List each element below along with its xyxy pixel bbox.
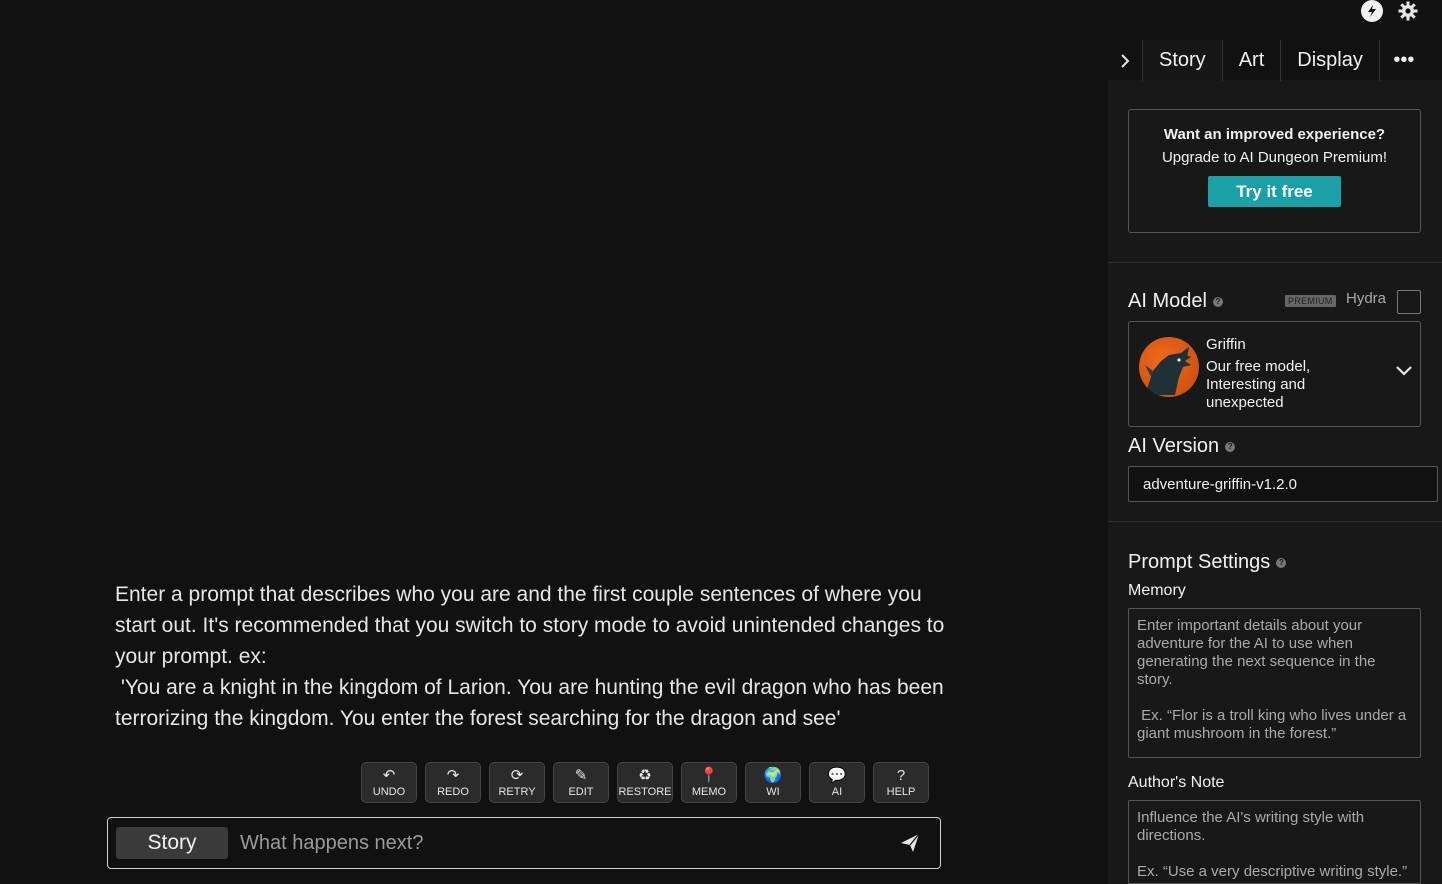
story-prompt-text: Enter a prompt that describes who you ar… [115,583,945,730]
gear-icon[interactable] [1397,0,1419,22]
ai-version-heading: AI Version ? [1128,435,1236,458]
pencil-icon: ✎ [574,766,588,784]
story-input-row: Story [107,817,941,869]
app-root: Enter a prompt that describes who you ar… [0,0,1442,884]
edit-button[interactable]: ✎ EDIT [553,762,609,803]
premium-upsell-card: Want an improved experience? Upgrade to … [1128,109,1421,233]
redo-icon: ↷ [446,766,460,784]
memory-textarea[interactable]: Enter important details about your adven… [1128,608,1421,758]
globe-icon: 🌍 [763,766,783,784]
retry-label: RETRY [498,785,536,798]
help-icon[interactable]: ? [1276,557,1287,568]
upsell-subtitle: Upgrade to AI Dungeon Premium! [1161,149,1388,166]
ai-model-select[interactable]: Griffin Our free model, Interesting and … [1128,321,1421,427]
chat-icon: 💬 [827,766,847,784]
more-options-icon[interactable]: ••• [1378,40,1428,81]
divider [1108,521,1442,522]
help-icon[interactable]: ? [1212,296,1223,307]
bolt-icon[interactable] [1361,0,1383,22]
ai-version-title: AI Version [1128,435,1220,457]
ai-model-title: AI Model [1128,290,1207,312]
memory-label: Memory [1128,582,1186,599]
edit-label: EDIT [568,785,594,798]
restore-button[interactable]: ♻ RESTORE [617,762,673,803]
tab-story[interactable]: Story [1142,40,1222,81]
chevron-right-icon [1121,53,1130,68]
ai-label: AI [831,785,843,798]
try-free-button[interactable]: Try it free [1208,176,1341,207]
ai-button[interactable]: 💬 AI [809,762,865,803]
world-info-label: WI [766,785,780,798]
ai-version-input[interactable]: adventure-griffin-v1.2.0 [1128,466,1438,502]
premium-badge: PREMIUM [1285,295,1336,307]
tab-art[interactable]: Art [1221,40,1281,81]
collapse-sidebar-button[interactable] [1108,40,1142,81]
griffin-avatar [1139,337,1199,397]
redo-label: REDO [437,785,469,798]
tab-display[interactable]: Display [1280,40,1379,81]
memo-label: MEMO [691,785,727,798]
ai-model-heading: AI Model ? [1128,290,1223,313]
model-name: Griffin [1206,336,1246,353]
retry-icon: ⟳ [510,766,524,784]
authors-note-label: Author's Note [1128,774,1225,791]
chevron-down-icon [1396,366,1412,376]
upsell-title: Want an improved experience? [1163,126,1386,143]
hydra-checkbox[interactable] [1397,290,1421,314]
story-input[interactable] [240,831,890,855]
undo-label: UNDO [372,785,406,798]
help-label: HELP [886,785,916,798]
help-icon[interactable]: ? [1225,441,1236,452]
input-mode-button[interactable]: Story [116,827,228,859]
prompt-settings-heading: Prompt Settings ? [1128,551,1287,574]
send-icon [901,833,920,852]
help-button[interactable]: ? HELP [873,762,929,803]
divider [1108,262,1442,263]
recycle-icon: ♻ [638,766,652,784]
restore-label: RESTORE [618,785,672,798]
sidebar-tabs: Story Art Display ••• [1108,40,1442,81]
send-button[interactable] [890,823,930,863]
redo-button[interactable]: ↷ REDO [425,762,481,803]
undo-button[interactable]: ↶ UNDO [361,762,417,803]
action-bar: ↶ UNDO ↷ REDO ⟳ RETRY ✎ EDIT ♻ RESTORE 📍… [361,762,929,803]
undo-icon: ↶ [382,766,396,784]
model-description: Our free model, Interesting and unexpect… [1206,358,1311,411]
retry-button[interactable]: ⟳ RETRY [489,762,545,803]
question-icon: ? [896,766,906,784]
authors-note-textarea[interactable]: Influence the AI's writing style with di… [1128,800,1421,884]
prompt-settings-title: Prompt Settings [1128,551,1271,573]
pin-icon: 📍 [699,766,719,784]
world-info-button[interactable]: 🌍 WI [745,762,801,803]
memo-button[interactable]: 📍 MEMO [681,762,737,803]
hydra-label: Hydra [1346,290,1387,307]
